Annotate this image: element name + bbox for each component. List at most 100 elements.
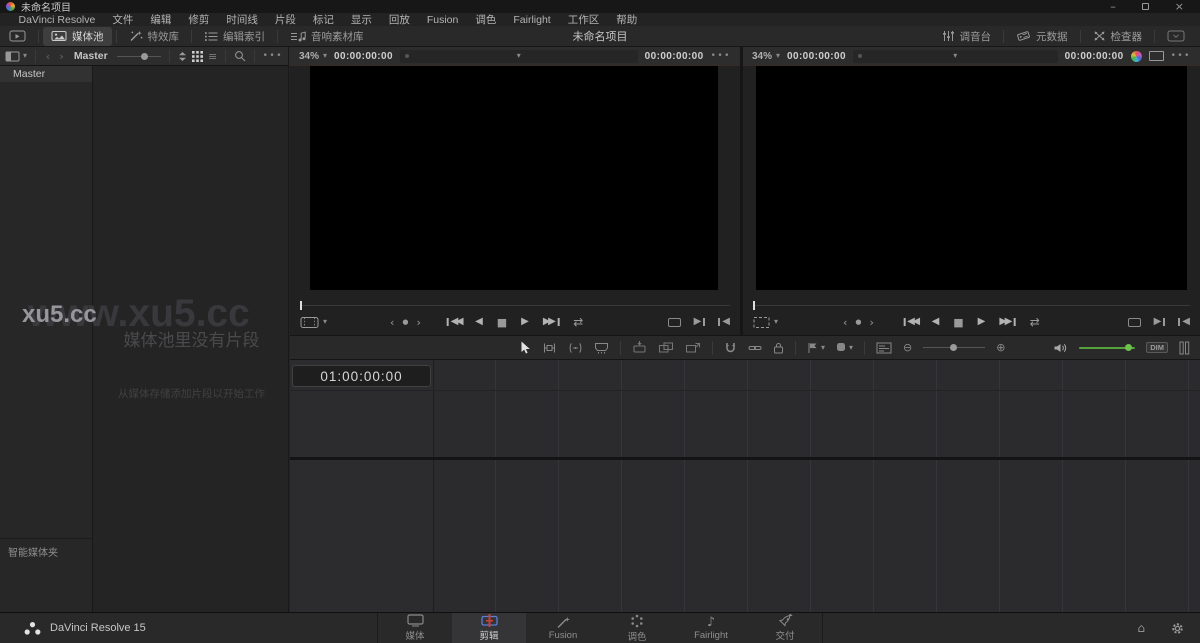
menu-mark[interactable]: 标记 [304,12,342,27]
sound-library-button[interactable]: 音响素材库 [282,27,372,46]
tab-deliver[interactable]: 交付 [748,613,822,643]
timeline-view-options-button[interactable] [876,342,892,354]
source-zoom-select[interactable]: 34% ▾ [299,51,327,62]
menu-file[interactable]: 文件 [104,12,142,27]
selection-mode-button[interactable] [520,341,531,354]
snapping-button[interactable] [724,342,737,354]
menu-trim[interactable]: 修剪 [180,12,218,27]
timeline-zoom-select[interactable]: 34% ▾ [752,51,780,62]
audio-volume-slider[interactable] [1079,343,1135,352]
search-button[interactable] [234,50,246,62]
current-bin-label[interactable]: Master [74,50,108,62]
add-marker-button[interactable]: ▾ [836,342,853,353]
inspector-button[interactable]: 检查器 [1085,27,1151,46]
match-frame-icon[interactable] [1128,318,1141,327]
tab-fusion[interactable]: Fusion [526,613,600,643]
skip-to-start-button[interactable]: ◀◀ [903,317,917,327]
menu-edit[interactable]: 编辑 [142,12,180,27]
timeline-select-dropdown[interactable]: ▾ [853,50,1058,63]
flag-clip-button[interactable]: ▾ [807,342,825,354]
out-point-button[interactable]: ▶ [1154,317,1166,327]
slider-knob[interactable] [141,53,148,60]
enhanced-viewer-icon[interactable] [1149,51,1164,61]
skip-to-end-button[interactable]: ▶▶ [543,317,559,327]
pool-options-button[interactable]: ••• [263,52,283,61]
metadata-button[interactable]: 元数据 [1008,27,1076,46]
tab-color[interactable]: 调色 [600,613,674,643]
menu-playback[interactable]: 回放 [380,12,418,27]
edit-index-button[interactable]: 编辑索引 [196,27,273,46]
insert-clip-button[interactable] [632,341,647,354]
effects-library-button[interactable]: 特效库 [121,27,188,46]
media-pool-button[interactable]: 媒体池 [43,27,112,46]
replace-clip-button[interactable] [685,341,701,354]
project-manager-button[interactable]: ⌂ [1137,622,1145,634]
mixer-panel-button[interactable] [1179,341,1190,355]
dim-button[interactable]: DIM [1146,342,1168,354]
overwrite-clip-button[interactable] [658,341,674,354]
zoom-out-button[interactable]: ⊖ [903,342,912,353]
menu-fusion[interactable]: Fusion [418,14,467,26]
tab-fairlight[interactable]: ♪ Fairlight [674,613,748,643]
thumbnail-size-slider[interactable] [117,52,162,61]
source-mode-select[interactable]: ▾ [300,312,327,332]
menu-view[interactable]: 显示 [342,12,380,27]
link-clips-button[interactable] [748,342,762,354]
loop-button[interactable]: ⇄ [1030,316,1040,328]
menu-help[interactable]: 帮助 [608,12,646,27]
source-clip-dropdown[interactable]: ▾ [400,50,638,63]
tab-edit[interactable]: 剪辑 [452,613,526,643]
video-audio-separator[interactable] [290,457,1200,460]
source-scrub-bar[interactable] [300,301,730,311]
timeline-playhead[interactable] [753,301,755,310]
menu-workspace[interactable]: 工作区 [559,12,608,27]
bin-view-toggle[interactable]: ▾ [5,51,27,62]
menu-clip[interactable]: 片段 [266,12,304,27]
stop-button[interactable]: ■ [497,317,507,328]
trim-edit-mode-button[interactable] [542,342,557,354]
project-settings-button[interactable] [1171,622,1184,635]
grid-view-button[interactable] [192,51,203,62]
source-playhead[interactable] [300,301,302,310]
timeline-scrub-bar[interactable] [753,301,1190,311]
menu-davinci-resolve[interactable]: DaVinci Resolve [10,14,104,26]
razor-tool-button[interactable] [594,342,609,354]
menu-color[interactable]: 调色 [467,12,505,27]
timeline-mode-select[interactable]: ▾ [753,312,778,332]
match-frame-icon[interactable] [668,318,681,327]
minimize-button[interactable]: – [1110,1,1116,12]
source-viewer-options-button[interactable]: ••• [711,52,731,61]
mixer-button[interactable]: 调音台 [934,27,1000,46]
color-viewer-icon[interactable] [1131,51,1142,62]
timeline-panel[interactable]: 01:00:00:00 [290,360,1200,612]
source-video-area[interactable] [310,66,718,290]
skip-to-end-button[interactable]: ▶▶ [999,317,1015,327]
close-button[interactable]: × [1175,1,1184,12]
maximize-button[interactable] [1142,3,1149,10]
smart-bins-label[interactable]: 智能媒体夹 [8,544,58,559]
in-point-button[interactable]: ◀ [1178,317,1190,327]
timeline-viewer-options-button[interactable]: ••• [1171,52,1191,61]
sort-order-button[interactable] [178,51,187,62]
step-back-button[interactable]: ◀ [475,317,483,327]
media-storage-button[interactable] [0,30,35,42]
source-current-timecode[interactable]: 00:00:00:00 [334,51,393,62]
timeline-timecode-display[interactable]: 01:00:00:00 [292,365,431,387]
dual-screen-toggle-button[interactable] [1158,30,1194,42]
source-jog-control[interactable]: ‹ ● › [390,312,421,332]
timeline-video-area[interactable] [756,66,1187,290]
position-lock-button[interactable] [773,342,784,354]
timeline-current-timecode[interactable]: 00:00:00:00 [787,51,846,62]
timeline-grid[interactable] [433,360,1200,612]
menu-fairlight[interactable]: Fairlight [505,14,559,26]
tab-media[interactable]: 媒体 [378,613,452,643]
source-duration-timecode[interactable]: 00:00:00:00 [645,51,704,62]
play-button[interactable]: ▶ [978,317,986,327]
skip-to-start-button[interactable]: ◀◀ [447,317,461,327]
out-point-button[interactable]: ▶ [694,317,706,327]
slider-knob[interactable] [950,344,957,351]
menu-timeline[interactable]: 时间线 [218,12,267,27]
bin-forward-button[interactable]: › [57,51,66,62]
list-view-button[interactable]: ≡ [208,51,217,62]
timeline-zoom-slider[interactable] [923,343,985,352]
